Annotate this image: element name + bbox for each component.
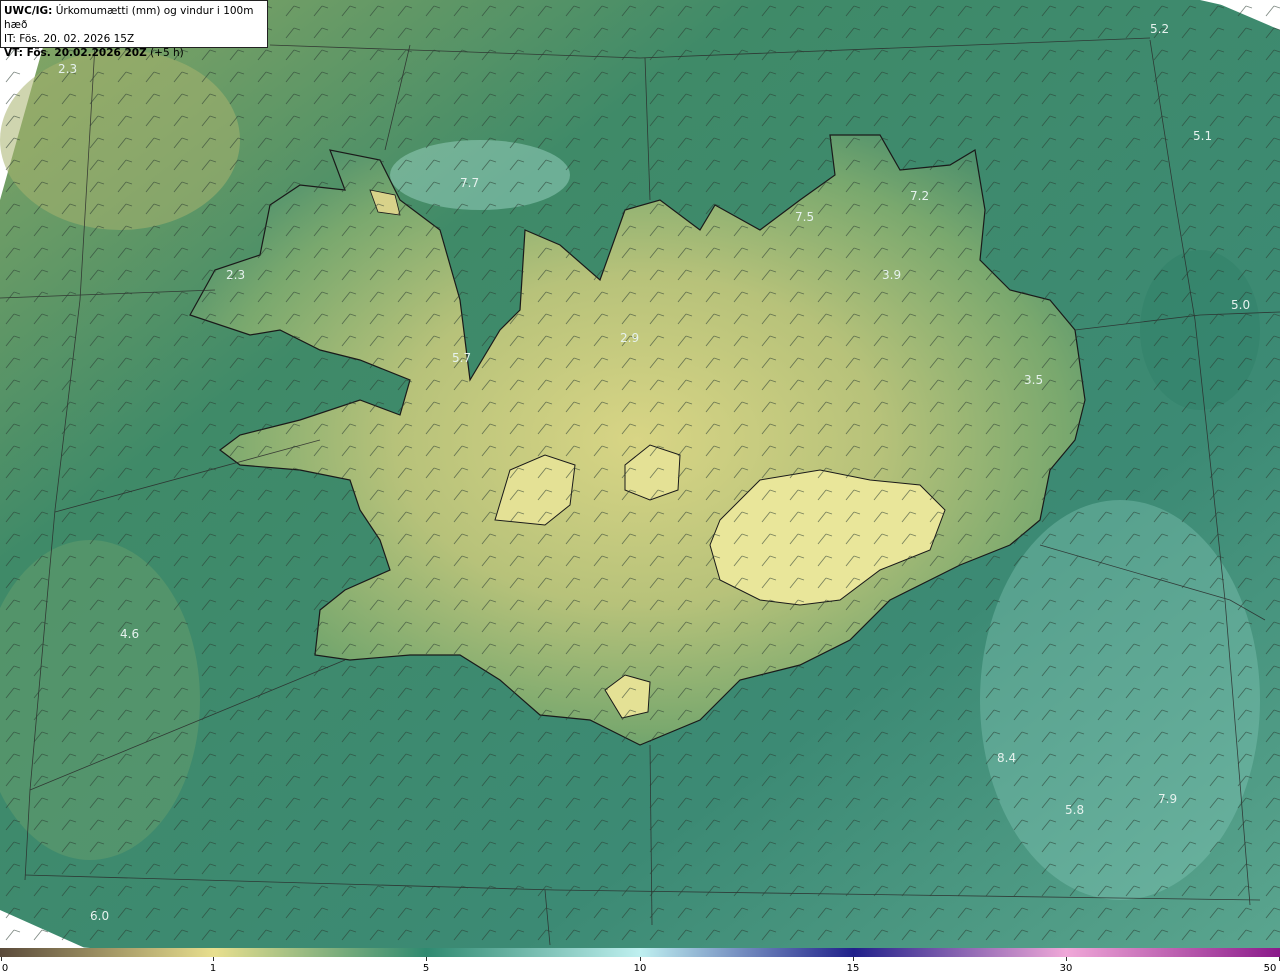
colorbar-tick-label: 30 [1059, 963, 1073, 974]
initial-time: IT: Fös. 20. 02. 2026 15Z [4, 33, 135, 45]
map-value: 2.9 [620, 331, 639, 345]
map-value: 5.8 [1065, 803, 1084, 817]
map-value: 2.3 [226, 268, 245, 282]
map-value: 5.1 [1193, 129, 1212, 143]
colorbar-tick-label: 50 [1263, 963, 1277, 974]
map-value: 7.7 [460, 176, 479, 190]
valid-time: VT: Fös. 20.02.2026 20Z [4, 47, 147, 59]
map-value: 3.5 [1024, 373, 1043, 387]
wind-barbs [0, 0, 1280, 948]
colorbar-tick-label: 15 [846, 963, 860, 974]
map-value: 5.2 [1150, 22, 1169, 36]
colorbar-tick-label: 5 [422, 963, 430, 974]
lead-time: (+5 h) [150, 47, 184, 59]
map-value: 6.0 [90, 909, 109, 923]
map-value: 5.7 [452, 351, 471, 365]
colorbar-ticks: 0 1 5 10 15 30 50 [0, 957, 1280, 978]
map-value: 4.6 [120, 627, 139, 641]
colorbar-tick-label: 1 [209, 963, 217, 974]
map-value: 3.9 [882, 268, 901, 282]
product-code: UWC/IG: [4, 5, 53, 17]
map-value: 5.0 [1231, 298, 1250, 312]
map-value: 7.2 [910, 189, 929, 203]
map-value: 7.9 [1158, 792, 1177, 806]
map-value: 2.3 [58, 62, 77, 76]
colorbar [0, 948, 1280, 957]
colorbar-tick-label: 0 [1, 963, 9, 974]
map-value: 7.5 [795, 210, 814, 224]
precipitation-wind-map[interactable]: 5.2 2.3 5.1 7.7 7.2 7.5 3.9 2.3 5.0 2.9 … [0, 0, 1280, 948]
map-header: UWC/IG: Úrkomumætti (mm) og vindur i 100… [0, 0, 268, 59]
map-value: 8.4 [997, 751, 1016, 765]
colorbar-tick-label: 10 [633, 963, 647, 974]
